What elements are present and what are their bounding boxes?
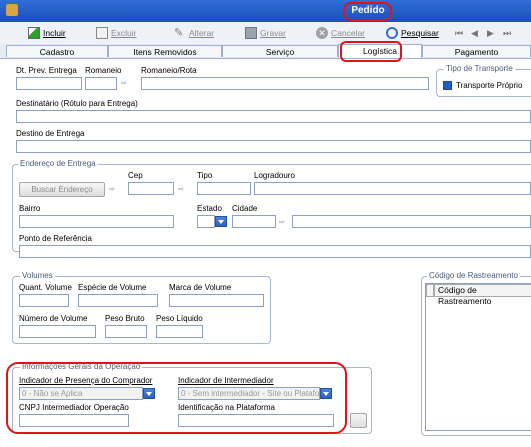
app-icon: [6, 4, 18, 16]
romaneio-field[interactable]: [85, 77, 117, 90]
lookup-icon[interactable]: ⇨: [178, 185, 189, 194]
ponto-referencia-label: Ponto de Referência: [19, 234, 92, 243]
incluir-button[interactable]: Incluir: [28, 25, 66, 41]
alterar-icon: ✎: [174, 27, 184, 39]
dt-prev-entrega-field[interactable]: [16, 77, 82, 90]
gravar-button[interactable]: Gravar: [245, 25, 286, 41]
rastreamento-legend: Código de Rastreamento: [427, 271, 520, 280]
tipo-transporte-legend: Tipo de Transporte: [444, 64, 515, 73]
romaneio-label: Romaneio: [85, 66, 122, 75]
cidade-code-field[interactable]: [232, 215, 276, 228]
estado-label: Estado: [197, 204, 222, 213]
nav-last-icon[interactable]: ⏭: [503, 27, 515, 39]
excluir-label: Excluir: [111, 28, 137, 38]
cancelar-label: Cancelar: [331, 28, 366, 38]
cancelar-button[interactable]: ✕ Cancelar: [316, 25, 365, 41]
romaneio-rota-field[interactable]: [141, 77, 429, 90]
rastreamento-column-header[interactable]: Código de Rastreamento: [434, 284, 531, 306]
logradouro-label: Logradouro: [254, 171, 295, 180]
alterar-button[interactable]: ✎ Alterar: [174, 25, 214, 41]
tab-highlight: [340, 41, 402, 62]
grid-row-indicator: [426, 284, 434, 297]
tab-itens-removidos[interactable]: Itens Removidos: [108, 45, 222, 57]
quant-volume-label: Quant. Volume: [19, 283, 72, 292]
tab-cadastro[interactable]: Cadastro: [6, 45, 108, 57]
destinatario-label: Destinatário (Rótulo para Entrega): [16, 99, 138, 108]
incluir-label: Incluir: [43, 28, 66, 38]
cidade-label: Cidade: [232, 204, 258, 213]
numero-volume-field[interactable]: [19, 325, 96, 338]
tipo-label: Tipo: [197, 171, 213, 180]
especie-volume-label: Espécie de Volume: [78, 283, 147, 292]
excluir-icon: [96, 27, 108, 39]
romaneio-rota-label: Romaneio/Rota: [141, 66, 197, 75]
excluir-button[interactable]: Excluir: [96, 25, 137, 41]
cep-field[interactable]: [128, 182, 174, 195]
nav-first-icon[interactable]: ⏮: [455, 27, 467, 39]
buscar-endereco-button[interactable]: Buscar Endereço: [19, 182, 105, 197]
numero-volume-label: Número de Volume: [19, 314, 88, 323]
peso-liquido-label: Peso Líquido: [156, 314, 203, 323]
dt-prev-entrega-label: Dt. Prev. Entrega: [16, 66, 77, 75]
tab-servico[interactable]: Serviço: [222, 45, 338, 57]
identificacao-lookup-button[interactable]: [350, 413, 367, 428]
estado-dropdown[interactable]: [215, 216, 227, 227]
record-navigation: ⏮ ◀ ▶ ⏭: [455, 25, 515, 41]
buscar-endereco-label: Buscar Endereço: [31, 185, 93, 194]
bairro-field[interactable]: [19, 215, 174, 228]
title-highlight: [343, 2, 392, 21]
gravar-label: Gravar: [260, 28, 286, 38]
destinatario-field[interactable]: [16, 110, 531, 123]
marca-volume-label: Marca de Volume: [169, 283, 232, 292]
pesquisar-button[interactable]: Pesquisar: [386, 25, 439, 41]
cancelar-icon: ✕: [316, 27, 328, 39]
alterar-label: Alterar: [189, 28, 215, 38]
lookup-icon[interactable]: ⇨: [279, 218, 290, 227]
destino-entrega-field[interactable]: [16, 140, 531, 153]
cep-label: Cep: [128, 171, 143, 180]
cidade-field[interactable]: [292, 215, 531, 228]
nav-prev-icon[interactable]: ◀: [471, 27, 483, 39]
pesquisar-icon: [386, 27, 398, 39]
pesquisar-label: Pesquisar: [401, 28, 439, 38]
lookup-icon[interactable]: ⇨: [121, 79, 132, 88]
transporte-proprio-checkbox[interactable]: [443, 81, 452, 90]
peso-liquido-field[interactable]: [156, 325, 203, 338]
peso-bruto-label: Peso Bruto: [105, 314, 145, 323]
title-bar: [0, 0, 531, 22]
info-highlight: [6, 362, 347, 434]
destino-entrega-label: Destino de Entrega: [16, 129, 85, 138]
toolbar: Incluir Excluir ✎ Alterar Gravar ✕ Cance…: [0, 22, 531, 45]
incluir-icon: [28, 27, 40, 39]
tab-bar: Cadastro Itens Removidos Serviço Logísti…: [0, 44, 531, 59]
volumes-legend: Volumes: [20, 271, 55, 280]
marca-volume-field[interactable]: [169, 294, 264, 307]
nav-next-icon[interactable]: ▶: [487, 27, 499, 39]
chevron-down-icon: [218, 220, 224, 224]
transporte-proprio-label: Transporte Próprio: [456, 81, 523, 90]
bairro-label: Bairro: [19, 204, 41, 213]
endereco-legend: Endereço de Entrega: [18, 159, 98, 168]
quant-volume-field[interactable]: [19, 294, 69, 307]
tab-pagamento[interactable]: Pagamento: [422, 45, 531, 57]
tipo-field[interactable]: [197, 182, 251, 195]
gravar-icon: [245, 27, 257, 39]
lookup-icon[interactable]: ⇨: [109, 185, 120, 194]
estado-field[interactable]: [197, 215, 215, 228]
logradouro-field[interactable]: [254, 182, 531, 195]
especie-volume-field[interactable]: [78, 294, 158, 307]
peso-bruto-field[interactable]: [105, 325, 147, 338]
ponto-referencia-field[interactable]: [19, 245, 531, 258]
